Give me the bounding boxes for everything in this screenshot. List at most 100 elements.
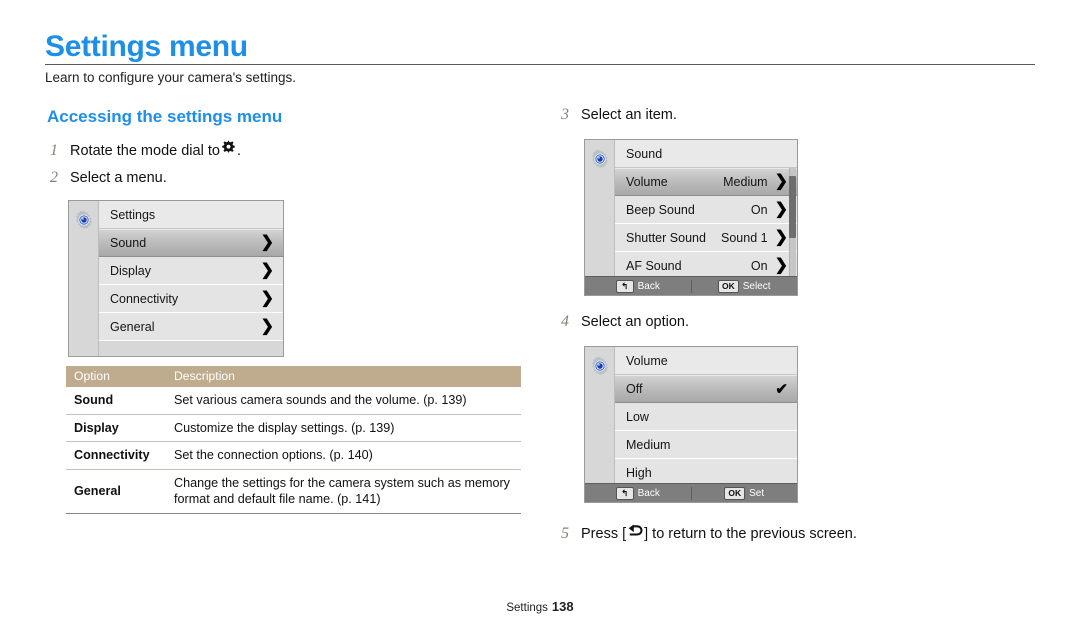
step-5-text-before: Press [	[581, 526, 627, 542]
settings-screen-title-row: Settings	[99, 201, 283, 229]
gear-icon	[221, 140, 236, 159]
sound-row-beep[interactable]: Beep Sound On ❯	[615, 196, 797, 224]
options-table-head: Option Description	[66, 366, 521, 387]
sound-back-button[interactable]: ↰ Back	[585, 279, 691, 293]
volume-screen-rail	[585, 347, 615, 502]
volume-row-medium[interactable]: Medium	[615, 431, 797, 459]
settings-row-sound[interactable]: Sound ❯	[99, 229, 283, 257]
step-4: 4 Select an option.	[561, 313, 689, 331]
settings-row-connectivity[interactable]: Connectivity ❯	[99, 285, 283, 313]
section-heading: Accessing the settings menu	[47, 107, 283, 126]
chevron-right-icon: ❯	[260, 234, 274, 251]
table-row: Connectivity Set the connection options.…	[66, 441, 521, 470]
back-arrow-icon: ↰	[615, 486, 634, 500]
sound-select-label: Select	[742, 280, 771, 292]
options-table-header-description: Description	[166, 366, 521, 387]
ok-key-icon: OK	[717, 279, 739, 293]
sound-row-beep-label: Beep Sound	[626, 202, 695, 217]
table-row: General Change the settings for the came…	[66, 469, 521, 515]
table-cell-option: Sound	[66, 387, 166, 415]
settings-row-general-label: General	[110, 319, 155, 334]
volume-row-low-label: Low	[626, 409, 649, 424]
options-table-header-row: Option Description	[66, 366, 521, 387]
chevron-right-icon: ❯	[260, 261, 274, 279]
chevron-right-icon: ❯	[774, 256, 788, 274]
settings-row-general[interactable]: General ❯	[99, 313, 283, 341]
step-4-number: 4	[561, 313, 569, 330]
step-5: 5 Press [ ] to return to the previous sc…	[561, 524, 857, 543]
step-5-number: 5	[561, 525, 569, 542]
sound-screen-scrollbar-thumb[interactable]	[789, 176, 796, 238]
title-divider	[45, 64, 1035, 65]
volume-screen-list: Volume Off ✔ Low Medium High	[615, 347, 797, 502]
settings-row-display[interactable]: Display ❯	[99, 257, 283, 285]
page-subtitle: Learn to configure your camera's setting…	[45, 70, 296, 85]
table-cell-option: Display	[66, 414, 166, 443]
step-1: 1 Rotate the mode dial to .	[50, 140, 241, 160]
back-arrow-icon: ↰	[615, 279, 634, 293]
sound-row-volume[interactable]: Volume Medium ❯	[615, 168, 797, 196]
sound-row-volume-label: Volume	[626, 175, 668, 189]
volume-back-button[interactable]: ↰ Back	[585, 486, 691, 500]
settings-gear-icon	[590, 356, 610, 381]
volume-screen-title: Volume	[626, 353, 668, 368]
step-1-text-before: Rotate the mode dial to	[70, 143, 220, 159]
step-3-number: 3	[561, 106, 569, 123]
step-3: 3 Select an item.	[561, 106, 677, 124]
sound-row-shutter-value: Sound 1	[721, 230, 768, 245]
chevron-right-icon: ❯	[774, 200, 788, 218]
camera-screen-volume: Volume Off ✔ Low Medium High ↰ Back OK S…	[584, 346, 798, 503]
table-cell-option: General	[66, 469, 166, 515]
sound-screen-rail	[585, 140, 615, 295]
settings-row-display-label: Display	[110, 263, 151, 278]
sound-select-button[interactable]: OK Select	[690, 279, 798, 293]
table-cell-option: Connectivity	[66, 441, 166, 470]
settings-screen-title: Settings	[110, 207, 156, 222]
sound-screen-body: Sound Volume Medium ❯ Beep Sound On ❯ Sh…	[585, 140, 797, 295]
table-cell-description: Set various camera sounds and the volume…	[166, 387, 521, 415]
options-table-body: Sound Set various camera sounds and the …	[66, 387, 521, 515]
volume-row-low[interactable]: Low	[615, 403, 797, 431]
table-cell-description: Change the settings for the camera syste…	[166, 469, 521, 515]
ok-key-icon: OK	[724, 486, 746, 500]
step-4-text: Select an option.	[581, 314, 690, 330]
chevron-right-icon: ❯	[260, 317, 274, 335]
settings-gear-icon	[590, 149, 610, 174]
step-1-number: 1	[50, 142, 58, 159]
sound-back-label: Back	[637, 280, 660, 292]
volume-row-off[interactable]: Off ✔	[615, 375, 797, 403]
sound-screen-footer: ↰ Back OK Select	[585, 276, 797, 295]
footer-section-label: Settings	[506, 602, 548, 614]
checkmark-icon: ✔	[775, 380, 788, 398]
volume-back-label: Back	[637, 487, 660, 499]
step-2-number: 2	[50, 169, 58, 186]
step-2-text: Select a menu.	[70, 170, 167, 186]
settings-gear-icon	[74, 210, 94, 235]
footer-page-number: 138	[551, 599, 574, 614]
volume-screen-footer: ↰ Back OK Set	[585, 483, 797, 502]
sound-row-shutter[interactable]: Shutter Sound Sound 1 ❯	[615, 224, 797, 252]
settings-screen-rail	[69, 201, 99, 356]
settings-screen-empty-area	[99, 341, 283, 356]
step-5-text-after: ] to return to the previous screen.	[644, 526, 857, 542]
table-row: Display Customize the display settings. …	[66, 414, 521, 443]
chevron-right-icon: ❯	[774, 173, 788, 190]
volume-row-medium-label: Medium	[626, 437, 671, 452]
sound-row-volume-value: Medium	[723, 175, 768, 189]
sound-row-af-label: AF Sound	[626, 258, 682, 273]
volume-screen-body: Volume Off ✔ Low Medium High	[585, 347, 797, 502]
sound-screen-title: Sound	[626, 146, 663, 161]
chevron-right-icon: ❯	[260, 289, 274, 307]
camera-screen-settings: Settings Sound ❯ Display ❯ Connectivity …	[68, 200, 284, 357]
volume-row-high-label: High	[626, 465, 652, 480]
chevron-right-icon: ❯	[774, 228, 788, 246]
settings-screen-list: Settings Sound ❯ Display ❯ Connectivity …	[99, 201, 283, 356]
settings-row-sound-label: Sound	[110, 236, 147, 250]
settings-screen-body: Settings Sound ❯ Display ❯ Connectivity …	[69, 201, 283, 356]
back-arrow-icon	[627, 524, 643, 542]
volume-set-label: Set	[749, 487, 765, 499]
volume-screen-title-row: Volume	[615, 347, 797, 375]
table-row: Sound Set various camera sounds and the …	[66, 387, 521, 415]
volume-set-button[interactable]: OK Set	[690, 486, 798, 500]
sound-screen-list: Sound Volume Medium ❯ Beep Sound On ❯ Sh…	[615, 140, 797, 295]
